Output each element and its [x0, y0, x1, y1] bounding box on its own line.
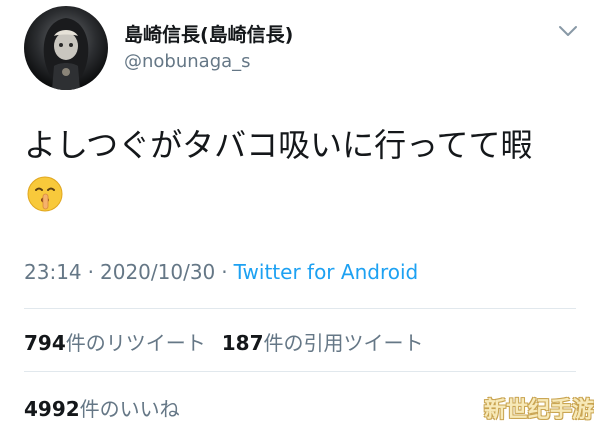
divider [24, 308, 576, 309]
quotes-label: 件の引用ツイート [263, 331, 424, 355]
tweet-text: よしつぐがタバコ吸いに行ってて暇 [24, 126, 533, 164]
author-display-name[interactable]: 島崎信長(島崎信長) [124, 20, 293, 47]
meta-separator: · [221, 260, 228, 284]
tweet-meta: 23:14 · 2020/10/30 · Twitter for Android [24, 260, 418, 284]
divider [24, 371, 576, 372]
quotes-count: 187 [221, 331, 264, 355]
likes-label: 件のいいね [79, 397, 180, 421]
meta-separator: · [87, 260, 94, 284]
tweet-time: 23:14 [24, 260, 82, 284]
shushing-face-emoji [27, 176, 63, 212]
hooded-figure-icon [43, 18, 89, 90]
quotes-stat[interactable]: 187件の引用ツイート [222, 331, 424, 355]
chevron-down-icon[interactable] [557, 23, 579, 39]
likes-stat[interactable]: 4992件のいいね [24, 393, 180, 422]
watermark: 新世纪手游 [484, 398, 594, 423]
tweet-source-link[interactable]: Twitter for Android [234, 260, 419, 284]
retweets-count: 794 [24, 331, 66, 355]
likes-count: 4992 [24, 397, 80, 421]
retweets-stat[interactable]: 794件のリツイート [24, 331, 206, 355]
author-handle[interactable]: @nobunaga_s [124, 51, 251, 72]
retweets-label: 件のリツイート [65, 331, 206, 355]
tweet-date: 2020/10/30 [100, 260, 216, 284]
tweet-stats: 794件のリツイート 187件の引用ツイート [24, 327, 424, 356]
avatar[interactable] [24, 6, 108, 90]
